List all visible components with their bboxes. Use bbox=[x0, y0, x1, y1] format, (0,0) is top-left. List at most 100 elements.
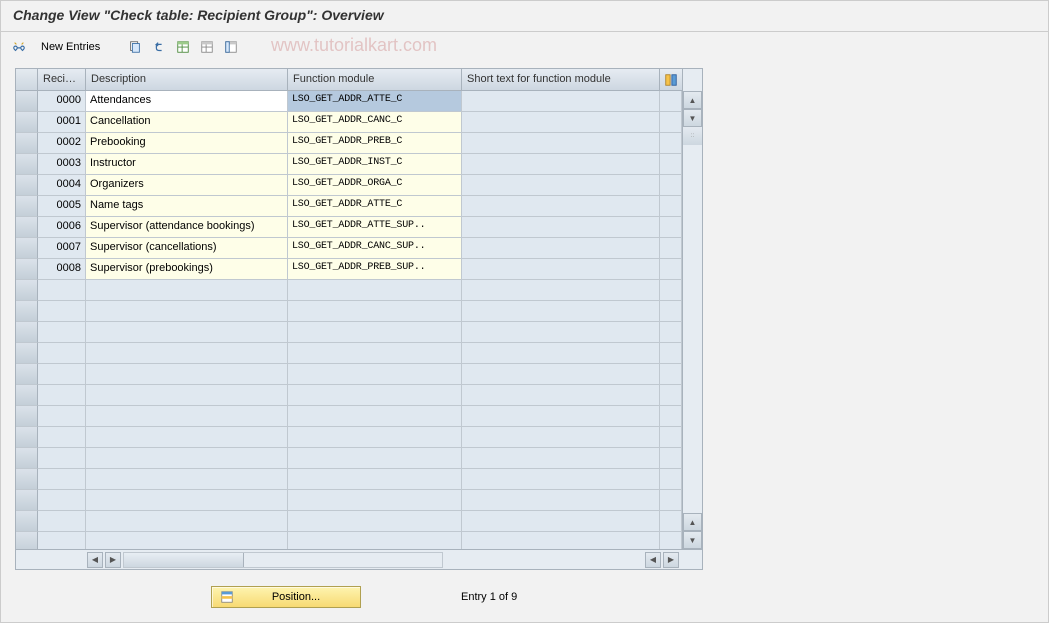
row-selector[interactable] bbox=[16, 511, 38, 532]
cell-short-text[interactable] bbox=[462, 196, 660, 217]
empty-cell[interactable] bbox=[38, 427, 86, 448]
empty-cell[interactable] bbox=[38, 364, 86, 385]
row-selector[interactable] bbox=[16, 196, 38, 217]
empty-cell[interactable] bbox=[462, 406, 660, 427]
select-all-rows-button[interactable] bbox=[16, 69, 38, 91]
column-header-function-module[interactable]: Function module bbox=[288, 69, 462, 91]
scroll-up-button[interactable]: ▲ bbox=[683, 91, 702, 109]
empty-cell[interactable] bbox=[288, 322, 462, 343]
cell-function-module[interactable]: LSO_GET_ADDR_ATTE_C bbox=[288, 91, 462, 112]
cell-function-module[interactable]: LSO_GET_ADDR_INST_C bbox=[288, 154, 462, 175]
row-selector[interactable] bbox=[16, 427, 38, 448]
empty-cell[interactable] bbox=[462, 385, 660, 406]
undo-button[interactable] bbox=[149, 37, 169, 57]
cell-description[interactable]: Name tags bbox=[86, 196, 288, 217]
empty-cell[interactable] bbox=[288, 301, 462, 322]
empty-cell[interactable] bbox=[86, 343, 288, 364]
cell-short-text[interactable] bbox=[462, 154, 660, 175]
empty-cell[interactable] bbox=[38, 385, 86, 406]
column-header-recip[interactable]: Recip... bbox=[38, 69, 86, 91]
cell-description[interactable]: Cancellation bbox=[86, 112, 288, 133]
cell-description[interactable]: Organizers bbox=[86, 175, 288, 196]
row-selector[interactable] bbox=[16, 490, 38, 511]
empty-cell[interactable] bbox=[86, 385, 288, 406]
row-selector[interactable] bbox=[16, 154, 38, 175]
cell-recip[interactable]: 0005 bbox=[38, 196, 86, 217]
empty-cell[interactable] bbox=[288, 385, 462, 406]
empty-cell[interactable] bbox=[288, 280, 462, 301]
row-selector[interactable] bbox=[16, 133, 38, 154]
table-config-button[interactable] bbox=[660, 69, 682, 91]
empty-cell[interactable] bbox=[86, 322, 288, 343]
empty-cell[interactable] bbox=[288, 448, 462, 469]
cell-short-text[interactable] bbox=[462, 112, 660, 133]
cell-recip[interactable]: 0001 bbox=[38, 112, 86, 133]
cell-function-module[interactable]: LSO_GET_ADDR_ATTE_C bbox=[288, 196, 462, 217]
empty-cell[interactable] bbox=[462, 364, 660, 385]
row-selector[interactable] bbox=[16, 280, 38, 301]
select-all-button[interactable] bbox=[197, 37, 217, 57]
copy-as-button[interactable] bbox=[125, 37, 145, 57]
row-selector[interactable] bbox=[16, 91, 38, 112]
empty-cell[interactable] bbox=[288, 343, 462, 364]
cell-description[interactable]: Instructor bbox=[86, 154, 288, 175]
scroll-page-up-button[interactable]: ▲ bbox=[683, 513, 702, 531]
empty-cell[interactable] bbox=[462, 301, 660, 322]
empty-cell[interactable] bbox=[462, 280, 660, 301]
empty-cell[interactable] bbox=[462, 511, 660, 532]
new-entries-button[interactable]: New Entries bbox=[33, 37, 108, 57]
cell-function-module[interactable]: LSO_GET_ADDR_PREB_SUP.. bbox=[288, 259, 462, 280]
cell-description[interactable]: Supervisor (prebookings) bbox=[86, 259, 288, 280]
row-selector[interactable] bbox=[16, 112, 38, 133]
cell-recip[interactable]: 0003 bbox=[38, 154, 86, 175]
row-selector[interactable] bbox=[16, 301, 38, 322]
empty-cell[interactable] bbox=[462, 469, 660, 490]
scroll-page-down-button[interactable]: ▼ bbox=[683, 531, 702, 549]
delimit-button[interactable] bbox=[173, 37, 193, 57]
hscroll-thumb[interactable] bbox=[124, 553, 244, 567]
cell-function-module[interactable]: LSO_GET_ADDR_PREB_C bbox=[288, 133, 462, 154]
vertical-scrollbar[interactable]: ▲ ▼ :: ▲ ▼ bbox=[682, 69, 702, 569]
cell-description[interactable]: Supervisor (cancellations) bbox=[86, 238, 288, 259]
empty-cell[interactable] bbox=[38, 511, 86, 532]
cell-function-module[interactable]: LSO_GET_ADDR_ORGA_C bbox=[288, 175, 462, 196]
cell-function-module[interactable]: LSO_GET_ADDR_ATTE_SUP.. bbox=[288, 217, 462, 238]
cell-description[interactable]: Attendances bbox=[86, 91, 288, 112]
empty-cell[interactable] bbox=[86, 469, 288, 490]
row-selector[interactable] bbox=[16, 364, 38, 385]
cell-recip[interactable]: 0004 bbox=[38, 175, 86, 196]
empty-cell[interactable] bbox=[38, 322, 86, 343]
row-selector[interactable] bbox=[16, 259, 38, 280]
empty-cell[interactable] bbox=[38, 490, 86, 511]
row-selector[interactable] bbox=[16, 238, 38, 259]
cell-short-text[interactable] bbox=[462, 91, 660, 112]
empty-cell[interactable] bbox=[38, 280, 86, 301]
cell-recip[interactable]: 0002 bbox=[38, 133, 86, 154]
empty-cell[interactable] bbox=[288, 427, 462, 448]
deselect-all-button[interactable] bbox=[221, 37, 241, 57]
hscroll-track[interactable] bbox=[123, 552, 443, 568]
row-selector[interactable] bbox=[16, 469, 38, 490]
empty-cell[interactable] bbox=[86, 364, 288, 385]
empty-cell[interactable] bbox=[288, 364, 462, 385]
hscroll-right-end-button[interactable]: ▶ bbox=[663, 552, 679, 568]
row-selector[interactable] bbox=[16, 322, 38, 343]
empty-cell[interactable] bbox=[288, 490, 462, 511]
column-header-description[interactable]: Description bbox=[86, 69, 288, 91]
empty-cell[interactable] bbox=[462, 490, 660, 511]
empty-cell[interactable] bbox=[38, 448, 86, 469]
cell-description[interactable]: Supervisor (attendance bookings) bbox=[86, 217, 288, 238]
row-selector[interactable] bbox=[16, 217, 38, 238]
empty-cell[interactable] bbox=[86, 427, 288, 448]
row-selector[interactable] bbox=[16, 406, 38, 427]
column-header-short-text[interactable]: Short text for function module bbox=[462, 69, 660, 91]
cell-short-text[interactable] bbox=[462, 217, 660, 238]
position-button[interactable]: Position... bbox=[211, 586, 361, 608]
empty-cell[interactable] bbox=[38, 406, 86, 427]
cell-short-text[interactable] bbox=[462, 133, 660, 154]
empty-cell[interactable] bbox=[86, 448, 288, 469]
hscroll-left-end-button[interactable]: ◀ bbox=[645, 552, 661, 568]
empty-cell[interactable] bbox=[462, 427, 660, 448]
empty-cell[interactable] bbox=[38, 343, 86, 364]
row-selector[interactable] bbox=[16, 448, 38, 469]
